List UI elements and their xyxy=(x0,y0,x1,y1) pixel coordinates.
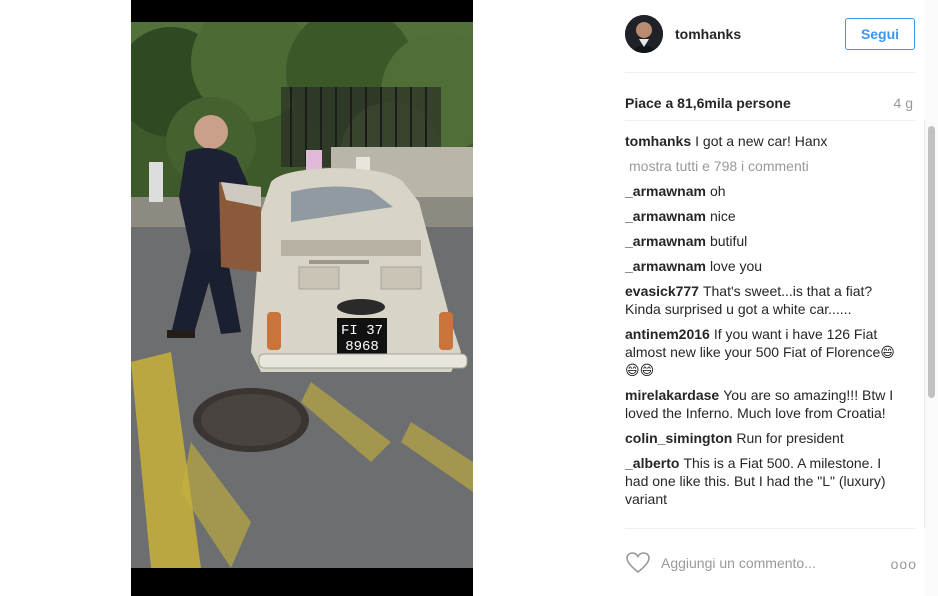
comment-input[interactable] xyxy=(661,555,871,571)
comment-text: butiful xyxy=(709,233,748,249)
post-details-panel: tomhanks Segui Piace a 81,6mila persone … xyxy=(603,0,925,596)
comment-item: _armawnam love you xyxy=(625,257,907,275)
comment-item: _armawnam oh xyxy=(625,182,907,200)
comment-text: Run for president xyxy=(736,430,844,446)
comment-item: mirelakardase You are so amazing!!! Btw I… xyxy=(625,386,907,422)
comment-user[interactable]: _alberto xyxy=(625,455,679,471)
comment-text: oh xyxy=(709,183,726,199)
heart-outline-icon[interactable] xyxy=(625,551,651,575)
likes-count[interactable]: Piace a 81,6mila persone xyxy=(625,95,791,111)
avatar-image xyxy=(625,15,663,53)
comment-user[interactable]: _armawnam xyxy=(625,233,706,249)
post-video[interactable]: FI 37 8968 xyxy=(131,0,473,596)
comment-user[interactable]: tomhanks xyxy=(625,133,691,149)
media-area: FI 37 8968 xyxy=(0,0,603,596)
plate-line-2: 8968 xyxy=(345,339,379,355)
comment-item: _armawnam butiful xyxy=(625,232,907,250)
comment-user[interactable]: _armawnam xyxy=(625,208,706,224)
comment-bar: ooo xyxy=(625,548,917,578)
comment-item: evasick777 That's sweet...is that a fiat?… xyxy=(625,282,907,318)
comment-item: colin_simington Run for president xyxy=(625,429,907,447)
comment-text: love you xyxy=(709,258,763,274)
likes-row: Piace a 81,6mila persone 4 g xyxy=(625,95,913,111)
comment-user[interactable]: _armawnam xyxy=(625,183,706,199)
post-time[interactable]: 4 g xyxy=(894,95,913,111)
ellipsis-icon[interactable]: ooo xyxy=(891,556,917,572)
comment-text: I got a new car! Hanx xyxy=(695,133,828,149)
comment-item: _alberto This is a Fiat 500. A milestone.… xyxy=(625,454,907,508)
avatar[interactable] xyxy=(625,15,663,53)
comment-user[interactable]: colin_simington xyxy=(625,430,732,446)
comment-user[interactable]: evasick777 xyxy=(625,283,699,299)
post-header: tomhanks Segui xyxy=(625,14,915,54)
comment-user[interactable]: antinem2016 xyxy=(625,326,710,342)
scrollbar-thumb[interactable] xyxy=(928,126,935,398)
comment-item: antinem2016 If you want i have 126 Fiat a… xyxy=(625,325,907,379)
plate-line-1: FI 37 xyxy=(341,323,383,339)
comments-list: tomhanks I got a new car! Hanx mostra tut… xyxy=(625,132,907,528)
caption: tomhanks I got a new car! Hanx xyxy=(625,132,907,150)
header-divider xyxy=(625,72,915,73)
show-all-comments-link[interactable]: mostra tutti e 798 i commenti xyxy=(629,157,907,175)
comment-item: _armawnam nice xyxy=(625,207,907,225)
username[interactable]: tomhanks xyxy=(675,26,741,42)
comments-divider xyxy=(625,528,915,529)
comment-user[interactable]: mirelakardase xyxy=(625,387,719,403)
likes-divider xyxy=(625,120,915,121)
comment-user[interactable]: _armawnam xyxy=(625,258,706,274)
comments-scrollbar[interactable] xyxy=(924,120,938,528)
follow-button[interactable]: Segui xyxy=(845,18,915,50)
video-scene: FI 37 8968 xyxy=(131,22,473,568)
comment-text: nice xyxy=(709,208,736,224)
